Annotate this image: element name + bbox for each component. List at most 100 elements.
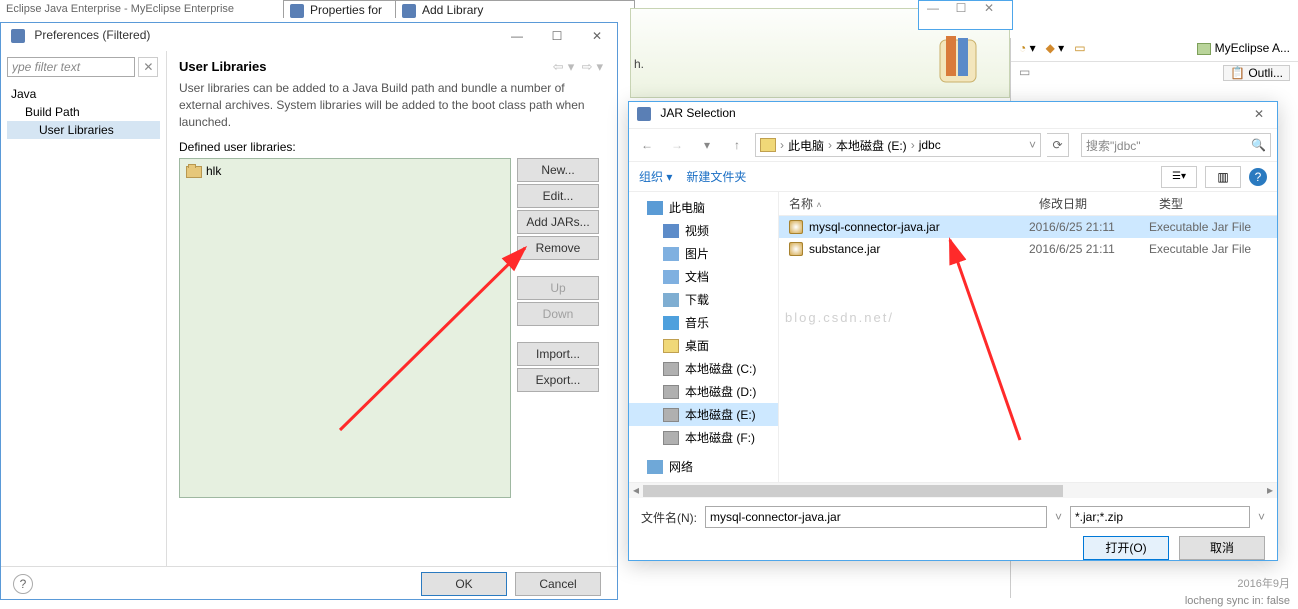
library-item-hlk[interactable]: hlk (184, 163, 506, 179)
tree-videos[interactable]: 视频 (629, 219, 778, 242)
file-row-substance[interactable]: substance.jar 2016/6/25 21:11 Executable… (779, 238, 1277, 260)
maximize-button[interactable]: ☐ (537, 23, 577, 49)
filter-text-input[interactable] (7, 57, 135, 77)
nav-recent-button[interactable]: ▾ (695, 133, 719, 157)
jar-dialog-title: JAR Selection (660, 106, 735, 120)
tree-documents[interactable]: 文档 (629, 265, 778, 288)
col-name[interactable]: 名称 ˄ (779, 195, 1029, 212)
jar-nav-bar: ← → ▾ ↑ › 此电脑 › 本地磁盘 (E:) › jdbc ˅ ⟳ 搜索"… (629, 128, 1277, 162)
tree-item-user-libraries[interactable]: User Libraries (7, 121, 160, 139)
filename-input[interactable] (705, 506, 1047, 528)
jar-dialog-footer: 文件名(N): ˅ ˅ 打开(O) 取消 (629, 498, 1277, 568)
preferences-title-text: Preferences (Filtered) (34, 28, 150, 42)
close-icon[interactable]: ✕ (975, 1, 1003, 15)
myeclipse-tab-label[interactable]: MyEclipse A... (1215, 41, 1290, 55)
libraries-list[interactable]: hlk (179, 158, 511, 498)
tree-this-pc[interactable]: 此电脑 (629, 196, 778, 219)
tree-drive-f[interactable]: 本地磁盘 (F:) (629, 426, 778, 449)
col-type[interactable]: 类型 (1149, 195, 1277, 212)
add-library-window-title: Add Library (395, 0, 635, 18)
preferences-sidebar: ✕ Java Build Path User Libraries (1, 51, 167, 566)
pc-icon (760, 138, 776, 152)
file-row-mysql-connector[interactable]: mysql-connector-java.jar 2016/6/25 21:11… (779, 216, 1277, 238)
tree-desktop[interactable]: 桌面 (629, 334, 778, 357)
jar-file-icon (789, 220, 803, 234)
ok-button[interactable]: OK (421, 572, 507, 596)
drive-icon (663, 431, 679, 445)
clear-filter-button[interactable]: ✕ (138, 57, 158, 77)
file-filter-select[interactable] (1070, 506, 1250, 528)
cancel-button[interactable]: Cancel (515, 572, 601, 596)
jar-toolbar: 组织 ▾ 新建文件夹 ☰▾ ▥ ? (629, 162, 1277, 192)
organize-menu[interactable]: 组织 ▾ (639, 168, 672, 185)
watermark-text: blog.csdn.net/ (785, 310, 894, 325)
drive-icon (663, 362, 679, 376)
tree-item-java[interactable]: Java (7, 85, 160, 103)
export-button[interactable]: Export... (517, 368, 599, 392)
tree-drive-e[interactable]: 本地磁盘 (E:) (629, 403, 778, 426)
maximize-icon[interactable]: ☐ (947, 1, 975, 15)
remove-button[interactable]: Remove (517, 236, 599, 260)
col-date[interactable]: 修改日期 (1029, 195, 1149, 212)
tree-pictures[interactable]: 图片 (629, 242, 778, 265)
ide-toolbar-row-2: ▭ 📋 Outli... (1011, 62, 1298, 86)
refresh-button[interactable]: ⟳ (1047, 133, 1069, 157)
tree-network[interactable]: 网络 (629, 455, 778, 478)
eclipse-icon (290, 4, 304, 18)
video-icon (663, 224, 679, 238)
nav-back-button[interactable]: ← (635, 133, 659, 157)
search-input[interactable]: 搜索"jdbc" 🔍 (1081, 133, 1271, 157)
close-button[interactable]: ✕ (577, 23, 617, 49)
defined-libs-label: Defined user libraries: (179, 140, 605, 154)
page-heading: User Libraries (179, 59, 266, 74)
tree-music[interactable]: 音乐 (629, 311, 778, 334)
cancel-button[interactable]: 取消 (1179, 536, 1265, 560)
breadcrumb-pc[interactable]: 此电脑 (788, 137, 824, 154)
tree-item-build-path[interactable]: Build Path (7, 103, 160, 121)
preview-pane-button[interactable]: ▥ (1205, 166, 1241, 188)
desktop-icon (663, 339, 679, 353)
scroll-right-icon[interactable]: ▸ (1263, 483, 1277, 499)
help-button[interactable]: ? (13, 574, 33, 594)
drive-icon (663, 385, 679, 399)
edit-button[interactable]: Edit... (517, 184, 599, 208)
documents-icon (663, 270, 679, 284)
scroll-left-icon[interactable]: ◂ (629, 483, 643, 499)
downloads-icon (663, 293, 679, 307)
books-icon (936, 34, 984, 86)
tree-drive-d[interactable]: 本地磁盘 (D:) (629, 380, 778, 403)
minimize-icon[interactable]: — (919, 1, 947, 15)
help-icon[interactable]: ? (1249, 168, 1267, 186)
import-button[interactable]: Import... (517, 342, 599, 366)
jar-dialog-titlebar: JAR Selection ✕ (629, 102, 1277, 128)
folder-tree[interactable]: 此电脑 视频 图片 文档 下载 音乐 桌面 本地磁盘 (C:) 本地磁盘 (D:… (629, 192, 779, 482)
horizontal-scrollbar[interactable]: ◂ ▸ (629, 482, 1277, 498)
search-icon: 🔍 (1251, 138, 1266, 152)
preferences-titlebar: Preferences (Filtered) — ☐ ✕ (1, 23, 617, 51)
nav-up-button[interactable]: ↑ (725, 133, 749, 157)
close-button[interactable]: ✕ (1241, 102, 1277, 128)
ide-toolbar-row: ◔ ▾ ◆ ▾ ▭ MyEclipse A... (1011, 38, 1298, 62)
back-icon[interactable]: ⇦ (553, 59, 564, 74)
minimize-button[interactable]: — (497, 23, 537, 49)
breadcrumb-bar[interactable]: › 此电脑 › 本地磁盘 (E:) › jdbc ˅ (755, 133, 1041, 157)
view-mode-button[interactable]: ☰▾ (1161, 166, 1197, 188)
breadcrumb-folder[interactable]: jdbc (919, 138, 941, 152)
add-jars-button[interactable]: Add JARs... (517, 210, 599, 234)
preferences-dialog: Preferences (Filtered) — ☐ ✕ ✕ Java Buil… (0, 22, 618, 600)
tree-downloads[interactable]: 下载 (629, 288, 778, 311)
preferences-main-panel: User Libraries ⇦▾ ⇨▾ User libraries can … (167, 51, 617, 566)
new-button[interactable]: New... (517, 158, 599, 182)
file-list-header[interactable]: 名称 ˄ 修改日期 类型 (779, 192, 1277, 216)
eclipse-icon (11, 29, 25, 43)
nav-forward-button: → (665, 133, 689, 157)
breadcrumb-dropdown-icon[interactable]: ˅ (1029, 138, 1036, 152)
jar-file-icon (789, 242, 803, 256)
scrollbar-thumb[interactable] (643, 485, 1063, 497)
forward-icon[interactable]: ⇨ (582, 59, 593, 74)
tree-drive-c[interactable]: 本地磁盘 (C:) (629, 357, 778, 380)
open-button[interactable]: 打开(O) (1083, 536, 1169, 560)
breadcrumb-drive[interactable]: 本地磁盘 (E:) (836, 137, 907, 154)
outline-tab-label[interactable]: 📋 Outli... (1223, 65, 1290, 81)
new-folder-button[interactable]: 新建文件夹 (686, 168, 746, 185)
